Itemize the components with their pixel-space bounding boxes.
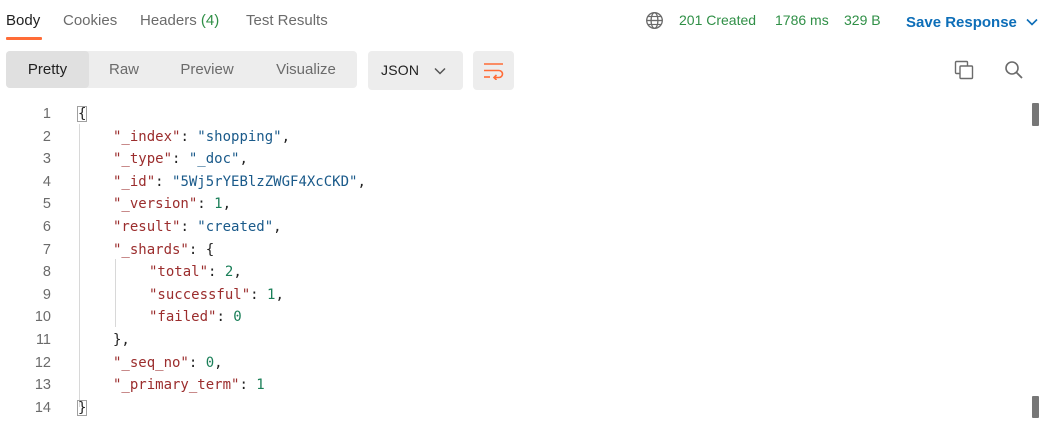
tab-headers[interactable]: Headers (4) — [140, 12, 219, 29]
view-pretty-button[interactable]: Pretty — [6, 51, 89, 88]
code-line: "_id": "5Wj5rYEBlzZWGF4XcCKD", — [113, 173, 366, 190]
json-value: 1 — [256, 377, 265, 394]
tab-cookies[interactable]: Cookies — [63, 12, 117, 29]
json-key: "_shards" — [113, 241, 189, 258]
view-preview-button[interactable]: Preview — [159, 51, 255, 88]
json-value: "created" — [197, 219, 274, 235]
json-key: "successful" — [149, 286, 251, 303]
line-number: 3 — [42, 151, 51, 168]
json-punctuation: , — [275, 286, 284, 303]
view-visualize-button[interactable]: Visualize — [255, 51, 357, 88]
code-line: "_index": "shopping", — [113, 128, 291, 145]
line-number: 8 — [42, 264, 51, 281]
json-key: "_version" — [113, 196, 198, 213]
json-key: "_type" — [113, 151, 173, 168]
json-key: "_id" — [113, 173, 156, 190]
response-body-viewer[interactable]: 1 2 3 4 5 6 7 8 9 10 11 12 13 14 {"_index": "shopping… — [0, 102, 1040, 423]
json-bracket: } — [77, 399, 88, 416]
indent-guide — [115, 259, 116, 327]
json-key: "_seq_no" — [113, 354, 189, 371]
line-number: 13 — [34, 377, 51, 394]
json-key: "_index" — [113, 128, 181, 145]
json-punctuation: , — [233, 264, 242, 281]
active-tab-indicator — [6, 37, 42, 40]
save-response-label: Save Response — [906, 13, 1017, 31]
json-punctuation: , — [222, 196, 232, 213]
wrap-lines-button[interactable] — [473, 51, 514, 90]
headers-count: (4) — [200, 12, 220, 29]
code-line: "_shards": { — [113, 241, 215, 258]
indent-guide — [79, 124, 80, 407]
line-number: 4 — [42, 173, 51, 190]
chevron-down-icon — [434, 67, 446, 75]
globe-icon[interactable] — [645, 11, 664, 30]
line-number: 12 — [34, 354, 51, 371]
json-value: "shopping" — [197, 128, 282, 145]
json-bracket: { — [77, 106, 88, 122]
json-key: "failed" — [149, 309, 217, 326]
code-line: "_seq_no": 0, — [113, 354, 223, 371]
code-line: "_version": 1, — [113, 196, 232, 213]
line-number: 5 — [42, 196, 51, 213]
line-number: 14 — [34, 399, 51, 416]
line-number: 11 — [35, 332, 51, 348]
json-key: "total" — [149, 264, 209, 281]
code-line: } — [77, 399, 88, 416]
format-selected-value: JSON — [381, 62, 420, 78]
tab-headers-label: Headers — [140, 12, 197, 29]
scrollbar-thumb-top[interactable] — [1032, 103, 1039, 126]
line-number: 2 — [42, 128, 51, 145]
wrap-lines-icon — [484, 63, 504, 80]
json-punctuation: , — [214, 354, 223, 371]
format-select[interactable]: JSON — [368, 51, 463, 90]
response-size[interactable]: 329 B — [844, 12, 881, 28]
tab-test-results[interactable]: Test Results — [246, 12, 328, 29]
code-line: "total": 2, — [149, 264, 242, 281]
response-time[interactable]: 1786 ms — [775, 12, 829, 28]
line-number: 9 — [42, 286, 51, 303]
json-punctuation: , — [281, 128, 291, 145]
tab-body[interactable]: Body — [6, 12, 40, 29]
response-tabbar: Body Cookies Headers (4) Test Results 20… — [0, 0, 1056, 42]
search-icon[interactable] — [1002, 58, 1026, 82]
copy-icon[interactable] — [952, 58, 976, 82]
chevron-down-icon — [1026, 18, 1038, 26]
json-punctuation: , — [357, 173, 366, 190]
scrollbar-thumb-bottom[interactable] — [1032, 396, 1039, 418]
line-number: 6 — [42, 219, 51, 235]
line-number: 10 — [34, 309, 51, 326]
json-value: { — [205, 241, 215, 258]
save-response-button[interactable]: Save Response — [906, 11, 1038, 33]
json-value: 0 — [233, 309, 242, 326]
view-mode-group: Pretty Raw Preview Visualize — [6, 51, 357, 88]
status-code[interactable]: 201 Created — [679, 12, 756, 28]
json-value: "5Wj5rYEBlzZWGF4XcCKD" — [172, 173, 358, 190]
json-value: "_doc" — [188, 151, 240, 168]
code-line: "successful": 1, — [149, 286, 284, 303]
json-value: 0 — [205, 354, 215, 371]
code-line: "_type": "_doc", — [113, 151, 248, 168]
json-value: 1 — [214, 196, 223, 213]
view-raw-button[interactable]: Raw — [89, 51, 159, 88]
vertical-scrollbar[interactable] — [1030, 102, 1040, 423]
json-bracket: }, — [113, 332, 130, 348]
json-key: "_primary_term" — [113, 377, 240, 394]
code-line: }, — [113, 332, 130, 348]
json-key: "result" — [113, 219, 181, 235]
code-line: "failed": 0 — [149, 309, 242, 326]
json-punctuation: , — [239, 151, 248, 168]
code-line: { — [77, 106, 88, 122]
line-number: 7 — [42, 241, 51, 258]
line-number: 1 — [42, 106, 51, 122]
code-line: "_primary_term": 1 — [113, 377, 265, 394]
code-line: "result": "created", — [113, 219, 282, 235]
json-punctuation: , — [273, 219, 282, 235]
